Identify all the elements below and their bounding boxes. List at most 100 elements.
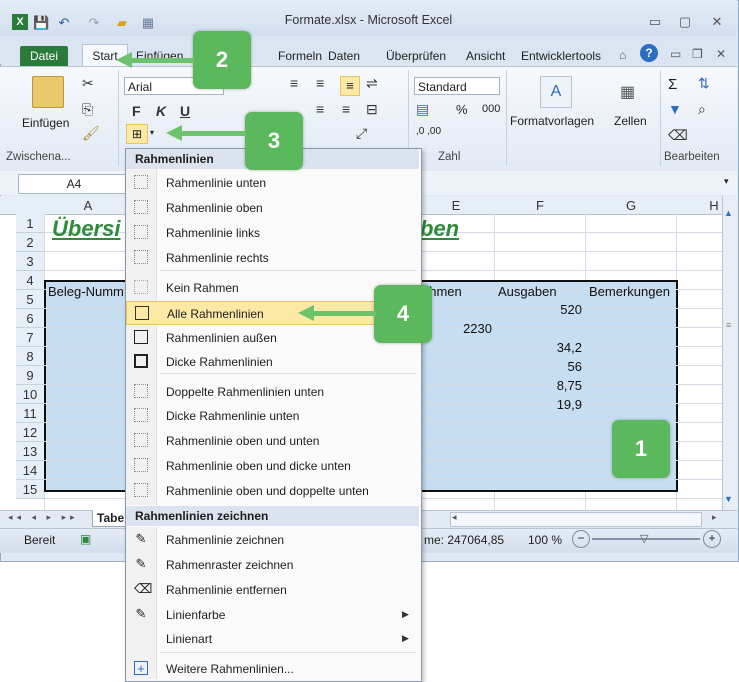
- align-center-icon[interactable]: ≡: [316, 100, 324, 118]
- row-header[interactable]: 2: [16, 233, 44, 252]
- styles-button-label[interactable]: Formatvorlagen: [510, 114, 594, 128]
- borders-dropdown-icon[interactable]: ▾: [150, 128, 154, 137]
- cell-a1-heading[interactable]: Übersi: [52, 216, 120, 242]
- row-header[interactable]: 3: [16, 252, 44, 271]
- align-bottom-icon[interactable]: ≡: [340, 76, 360, 96]
- doc-close-icon[interactable]: ✕: [716, 47, 726, 61]
- row-header[interactable]: 15: [16, 480, 44, 499]
- scroll-up-icon[interactable]: ▲: [724, 208, 733, 218]
- menu-item-line-color[interactable]: ✎ Linienfarbe ▶: [126, 603, 419, 627]
- zoom-level[interactable]: 100 %: [528, 533, 562, 547]
- sort-filter-icon[interactable]: ⇅: [698, 74, 710, 92]
- tab-entwicklertools[interactable]: Entwicklertools: [521, 49, 601, 63]
- cell-f8[interactable]: 56: [498, 359, 582, 374]
- menu-item-border-left[interactable]: Rahmenlinie links: [126, 221, 419, 245]
- column-header-h[interactable]: H: [706, 198, 722, 213]
- row-header[interactable]: 12: [16, 423, 44, 442]
- close-button[interactable]: ✕: [708, 14, 726, 30]
- paste-button-label[interactable]: Einfügen: [22, 116, 69, 130]
- menu-item-border-top[interactable]: Rahmenlinie oben: [126, 196, 419, 220]
- decimal-buttons[interactable]: ,0 ,00: [416, 126, 441, 137]
- cell-f4[interactable]: Ausgaben: [498, 284, 557, 299]
- column-header-g[interactable]: G: [588, 198, 674, 213]
- menu-item-border-top-thick-bottom[interactable]: Rahmenlinie oben und dicke unten: [126, 454, 419, 478]
- align-right-icon[interactable]: ≡: [342, 100, 350, 118]
- cell-f9[interactable]: 8,75: [498, 378, 582, 393]
- scroll-down-icon[interactable]: ▼: [724, 494, 733, 504]
- percent-button[interactable]: %: [456, 102, 468, 117]
- orientation-icon[interactable]: ⤢: [356, 124, 367, 142]
- menu-item-grid-pencil[interactable]: ✎ Rahmenraster zeichnen: [126, 553, 419, 577]
- bold-button[interactable]: F: [132, 102, 141, 120]
- merge-icon[interactable]: ⊟: [366, 100, 378, 118]
- fill-icon[interactable]: ▼: [668, 100, 682, 118]
- align-middle-icon[interactable]: ≡: [316, 74, 324, 92]
- zoom-in-icon[interactable]: +: [703, 530, 721, 548]
- borders-button[interactable]: ⊞: [126, 124, 148, 144]
- row-header[interactable]: 11: [16, 404, 44, 423]
- italic-button[interactable]: K: [156, 102, 166, 120]
- tab-daten[interactable]: Daten: [328, 49, 360, 63]
- zoom-out-icon[interactable]: −: [572, 530, 590, 548]
- row-header[interactable]: 10: [16, 385, 44, 404]
- format-painter-icon[interactable]: 🖌: [82, 124, 100, 142]
- styles-icon[interactable]: A: [540, 76, 572, 108]
- cut-icon[interactable]: ✂: [82, 74, 94, 92]
- menu-item-border-top-bottom[interactable]: Rahmenlinie oben und unten: [126, 429, 419, 453]
- paste-icon[interactable]: [32, 76, 64, 108]
- cell-e1-heading[interactable]: ben: [420, 216, 459, 242]
- row-header[interactable]: 6: [16, 309, 44, 328]
- name-box[interactable]: A4: [18, 174, 130, 194]
- column-header-e[interactable]: E: [420, 198, 492, 213]
- doc-minimize-icon[interactable]: ▭: [670, 47, 681, 61]
- cell-f10[interactable]: 19,9: [498, 397, 582, 412]
- thousands-button[interactable]: 000: [482, 103, 500, 115]
- hscroll-right-icon[interactable]: ▸: [712, 512, 717, 523]
- menu-item-pencil[interactable]: ✎ Rahmenlinie zeichnen: [126, 528, 419, 552]
- doc-restore-icon[interactable]: ❐: [692, 47, 703, 61]
- menu-item-eraser[interactable]: ⌫ Rahmenlinie entfernen: [126, 578, 419, 602]
- maximize-button[interactable]: ▢: [676, 14, 694, 30]
- row-header[interactable]: 14: [16, 461, 44, 480]
- help-icon[interactable]: ?: [640, 44, 658, 62]
- menu-item-border-thick[interactable]: Dicke Rahmenlinien: [126, 350, 419, 374]
- row-header[interactable]: 5: [16, 290, 44, 309]
- menu-item-border-thick-bottom[interactable]: Dicke Rahmenlinie unten: [126, 404, 419, 428]
- cells-button-label[interactable]: Zellen: [614, 114, 647, 128]
- underline-button[interactable]: U: [180, 102, 190, 120]
- row-header[interactable]: 13: [16, 442, 44, 461]
- wrap-text-icon[interactable]: ⇌: [366, 74, 378, 92]
- column-header-f[interactable]: F: [496, 198, 584, 213]
- row-header[interactable]: 7: [16, 328, 44, 347]
- cell-f7[interactable]: 34,2: [498, 340, 582, 355]
- tab-datei[interactable]: Datei: [20, 46, 68, 66]
- tab-formeln[interactable]: Formeln: [278, 49, 322, 63]
- sheet-nav-icons[interactable]: ◂◂ ◂ ▸ ▸▸: [8, 512, 79, 523]
- zoom-slider-handle-icon[interactable]: ▽: [640, 532, 648, 545]
- hscroll-left-icon[interactable]: ◂: [452, 512, 457, 523]
- autosum-button[interactable]: Σ: [668, 76, 677, 93]
- row-header[interactable]: 9: [16, 366, 44, 385]
- cell-f5[interactable]: 520: [498, 302, 582, 317]
- number-format-select[interactable]: Standard: [414, 77, 500, 95]
- currency-icon[interactable]: ▤: [416, 100, 429, 118]
- scroll-thumb-grip-icon[interactable]: ≡: [726, 320, 731, 330]
- tab-ueberpruefen[interactable]: Überprüfen: [386, 49, 446, 63]
- row-header[interactable]: 4: [16, 271, 44, 290]
- tab-ansicht[interactable]: Ansicht: [466, 49, 505, 63]
- menu-item-more-borders[interactable]: + Weitere Rahmenlinien...: [126, 657, 419, 681]
- menu-item-border-bottom[interactable]: Rahmenlinie unten: [126, 171, 419, 195]
- cell-g4[interactable]: Bemerkungen: [589, 284, 670, 299]
- cells-icon[interactable]: ▦: [620, 82, 635, 102]
- row-header[interactable]: 1: [16, 214, 44, 233]
- vertical-scrollbar[interactable]: [722, 196, 738, 510]
- minimize-button[interactable]: ▭: [646, 14, 664, 30]
- macro-record-icon[interactable]: ▣: [80, 532, 91, 546]
- copy-icon[interactable]: ⎘: [82, 100, 93, 118]
- menu-item-border-top-dbl-bottom[interactable]: Rahmenlinie oben und doppelte unten: [126, 479, 419, 503]
- find-icon[interactable]: ⌕: [698, 100, 706, 118]
- align-top-icon[interactable]: ≡: [290, 74, 298, 92]
- collapse-ribbon-icon[interactable]: ⌂: [619, 48, 626, 62]
- menu-item-line-style[interactable]: Linienart ▶: [126, 627, 419, 651]
- horizontal-scrollbar[interactable]: [450, 512, 702, 527]
